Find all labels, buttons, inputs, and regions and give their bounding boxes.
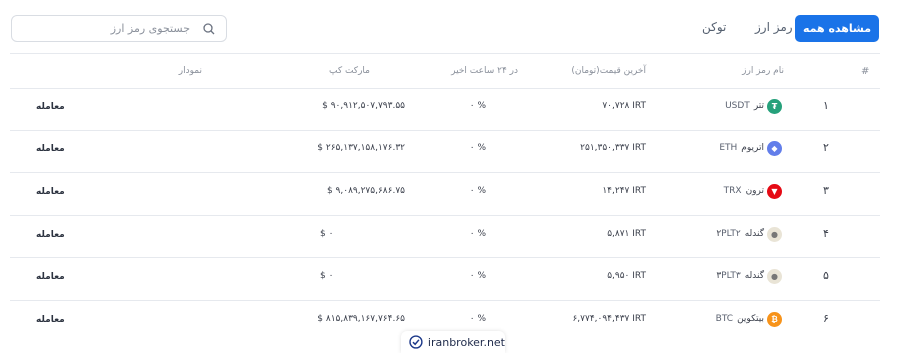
divider	[10, 53, 880, 54]
divider	[10, 88, 880, 89]
bitcoin-icon: ₿	[767, 312, 782, 327]
price: ۶,۷۷۴,۰۹۴,۴۳۷ IRT	[572, 314, 646, 324]
tron-icon: ▼	[767, 184, 782, 199]
header-market-cap: مارکت کپ	[328, 66, 370, 76]
trade-button[interactable]: معامله	[36, 187, 65, 197]
market-cap: $ ۲۶۵,۱۳۷,۱۵۸,۱۷۶.۳۲	[317, 143, 405, 153]
header-name: نام رمز ارز	[742, 66, 784, 76]
watermark-text: iranbroker.net	[427, 335, 505, 349]
search-icon	[203, 23, 215, 35]
top-bar: جستجوی رمز ارز توکن رمز ارز مشاهده همه	[0, 0, 900, 56]
trade-button[interactable]: معامله	[36, 230, 65, 240]
row-index: ۶	[823, 312, 829, 325]
market-cap: $ ۹,۰۸۹,۲۷۵,۶۸۶.۷۵	[326, 186, 405, 196]
watermark: iranbroker.net	[401, 331, 505, 353]
trade-button[interactable]: معامله	[36, 272, 65, 282]
coin-name: گندله۲PLT۲	[716, 229, 764, 239]
price: ۱۴,۲۴۷ IRT	[602, 186, 646, 196]
market-cap: $ ۸۱۵,۸۳۹,۱۶۷,۷۶۴.۶۵	[317, 314, 405, 324]
market-cap: $ ۹۰,۹۱۲,۵۰۷,۷۹۳.۵۵	[322, 101, 405, 111]
coin-name: گندله۳PLT۳	[716, 271, 764, 281]
price: ۵,۸۷۱ IRT	[607, 229, 646, 239]
header-index: #	[861, 66, 870, 77]
pellet-icon: ●	[767, 227, 782, 242]
coin-name: بیتکوینBTC	[715, 314, 764, 324]
divider	[10, 257, 880, 258]
tab-token[interactable]: توکن	[702, 20, 726, 34]
price: ۵,۹۵۰ IRT	[607, 271, 646, 281]
price: ۲۵۱,۳۵۰,۳۳۷ IRT	[580, 143, 646, 153]
row-index: ۵	[823, 269, 829, 282]
divider	[10, 172, 880, 173]
pellet-icon: ●	[767, 269, 782, 284]
change-24h: ۰ %	[469, 143, 486, 153]
divider	[10, 130, 880, 131]
coin-name: ترونTRX	[723, 186, 764, 196]
row-index: ۳	[823, 184, 829, 197]
header-change: در ۲۴ ساعت اخیر	[451, 66, 518, 76]
market-cap: $ ۰	[320, 229, 334, 239]
coin-name: تترUSDT	[725, 101, 764, 111]
divider	[10, 215, 880, 216]
row-index: ۱	[823, 99, 829, 112]
change-24h: ۰ %	[469, 314, 486, 324]
change-24h: ۰ %	[469, 229, 486, 239]
search-placeholder: جستجوی رمز ارز	[110, 22, 190, 35]
view-all-button[interactable]: مشاهده همه	[795, 15, 879, 42]
trade-button[interactable]: معامله	[36, 102, 65, 112]
header-price: آخرین قیمت(تومان)	[571, 66, 646, 76]
checkmark-logo-icon	[409, 335, 423, 349]
market-cap: $ ۰	[320, 271, 334, 281]
divider	[10, 300, 880, 301]
coin-name: اتریومETH	[719, 143, 764, 153]
change-24h: ۰ %	[469, 271, 486, 281]
trade-button[interactable]: معامله	[36, 144, 65, 154]
ethereum-icon: ◆	[767, 141, 782, 156]
change-24h: ۰ %	[469, 186, 486, 196]
header-chart: نمودار	[178, 66, 202, 76]
tab-crypto[interactable]: رمز ارز	[755, 20, 793, 34]
tether-icon: ₮	[767, 99, 782, 114]
change-24h: ۰ %	[469, 101, 486, 111]
trade-button[interactable]: معامله	[36, 315, 65, 325]
row-index: ۲	[823, 141, 829, 154]
row-index: ۴	[823, 227, 829, 240]
search-input[interactable]: جستجوی رمز ارز	[11, 15, 227, 42]
price: ۷۰,۷۲۸ IRT	[602, 101, 646, 111]
